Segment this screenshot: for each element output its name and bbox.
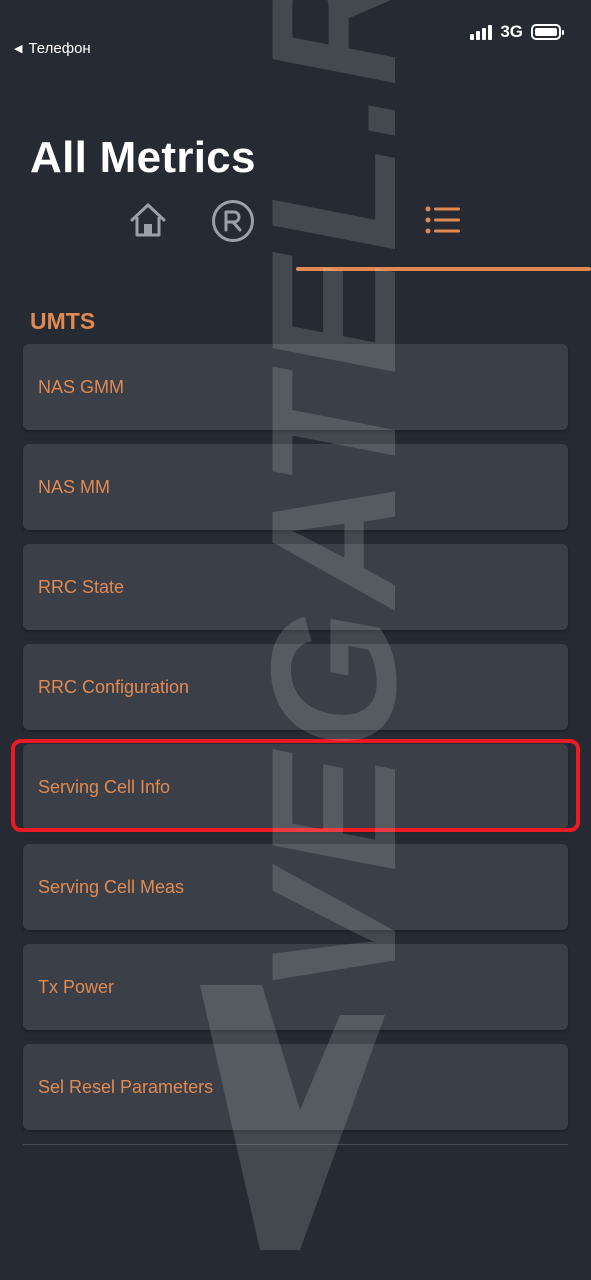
page-title: All Metrics — [30, 133, 256, 182]
metric-item-nas-mm[interactable]: NAS MM — [23, 444, 568, 530]
metric-list: NAS GMM NAS MM RRC State RRC Configurati… — [23, 344, 568, 1144]
back-arrow-icon: ◀ — [14, 43, 23, 55]
tab-registration[interactable] — [210, 198, 256, 244]
metric-item-sel-resel-parameters[interactable]: Sel Resel Parameters — [23, 1044, 568, 1130]
battery-icon — [531, 24, 564, 40]
metric-label: NAS MM — [38, 476, 110, 497]
metric-item-nas-gmm[interactable]: NAS GMM — [23, 344, 568, 430]
metric-item-serving-cell-meas[interactable]: Serving Cell Meas — [23, 844, 568, 930]
metric-item-rrc-state[interactable]: RRC State — [23, 544, 568, 630]
tab-bar — [0, 190, 591, 272]
registered-icon — [212, 200, 254, 242]
tab-home[interactable] — [126, 198, 170, 242]
metric-label: RRC State — [38, 576, 125, 597]
metric-label: Tx Power — [38, 976, 115, 997]
metric-label: Serving Cell Info — [38, 776, 171, 797]
metric-item-serving-cell-info[interactable]: Serving Cell Info — [23, 744, 568, 830]
back-to-phone-link[interactable]: ◀ Телефон — [14, 40, 91, 57]
signal-strength-icon — [470, 24, 493, 40]
back-label: Телефон — [28, 40, 91, 57]
list-divider — [23, 1144, 568, 1145]
network-type: 3G — [500, 22, 523, 41]
section-title: UMTS — [30, 308, 96, 334]
active-tab-indicator — [296, 267, 591, 271]
status-bar: ◀ Телефон 3G — [0, 0, 591, 70]
metric-label: NAS GMM — [38, 376, 125, 397]
tab-all-metrics[interactable] — [418, 198, 468, 242]
metric-item-tx-power[interactable]: Tx Power — [23, 944, 568, 1030]
list-icon — [425, 206, 460, 234]
metric-item-rrc-configuration[interactable]: RRC Configuration — [23, 644, 568, 730]
home-icon — [130, 203, 166, 237]
status-indicators: 3G — [470, 22, 564, 42]
metric-label: RRC Configuration — [38, 676, 190, 697]
metric-label: Sel Resel Parameters — [38, 1076, 214, 1097]
metric-label: Serving Cell Meas — [38, 876, 185, 897]
